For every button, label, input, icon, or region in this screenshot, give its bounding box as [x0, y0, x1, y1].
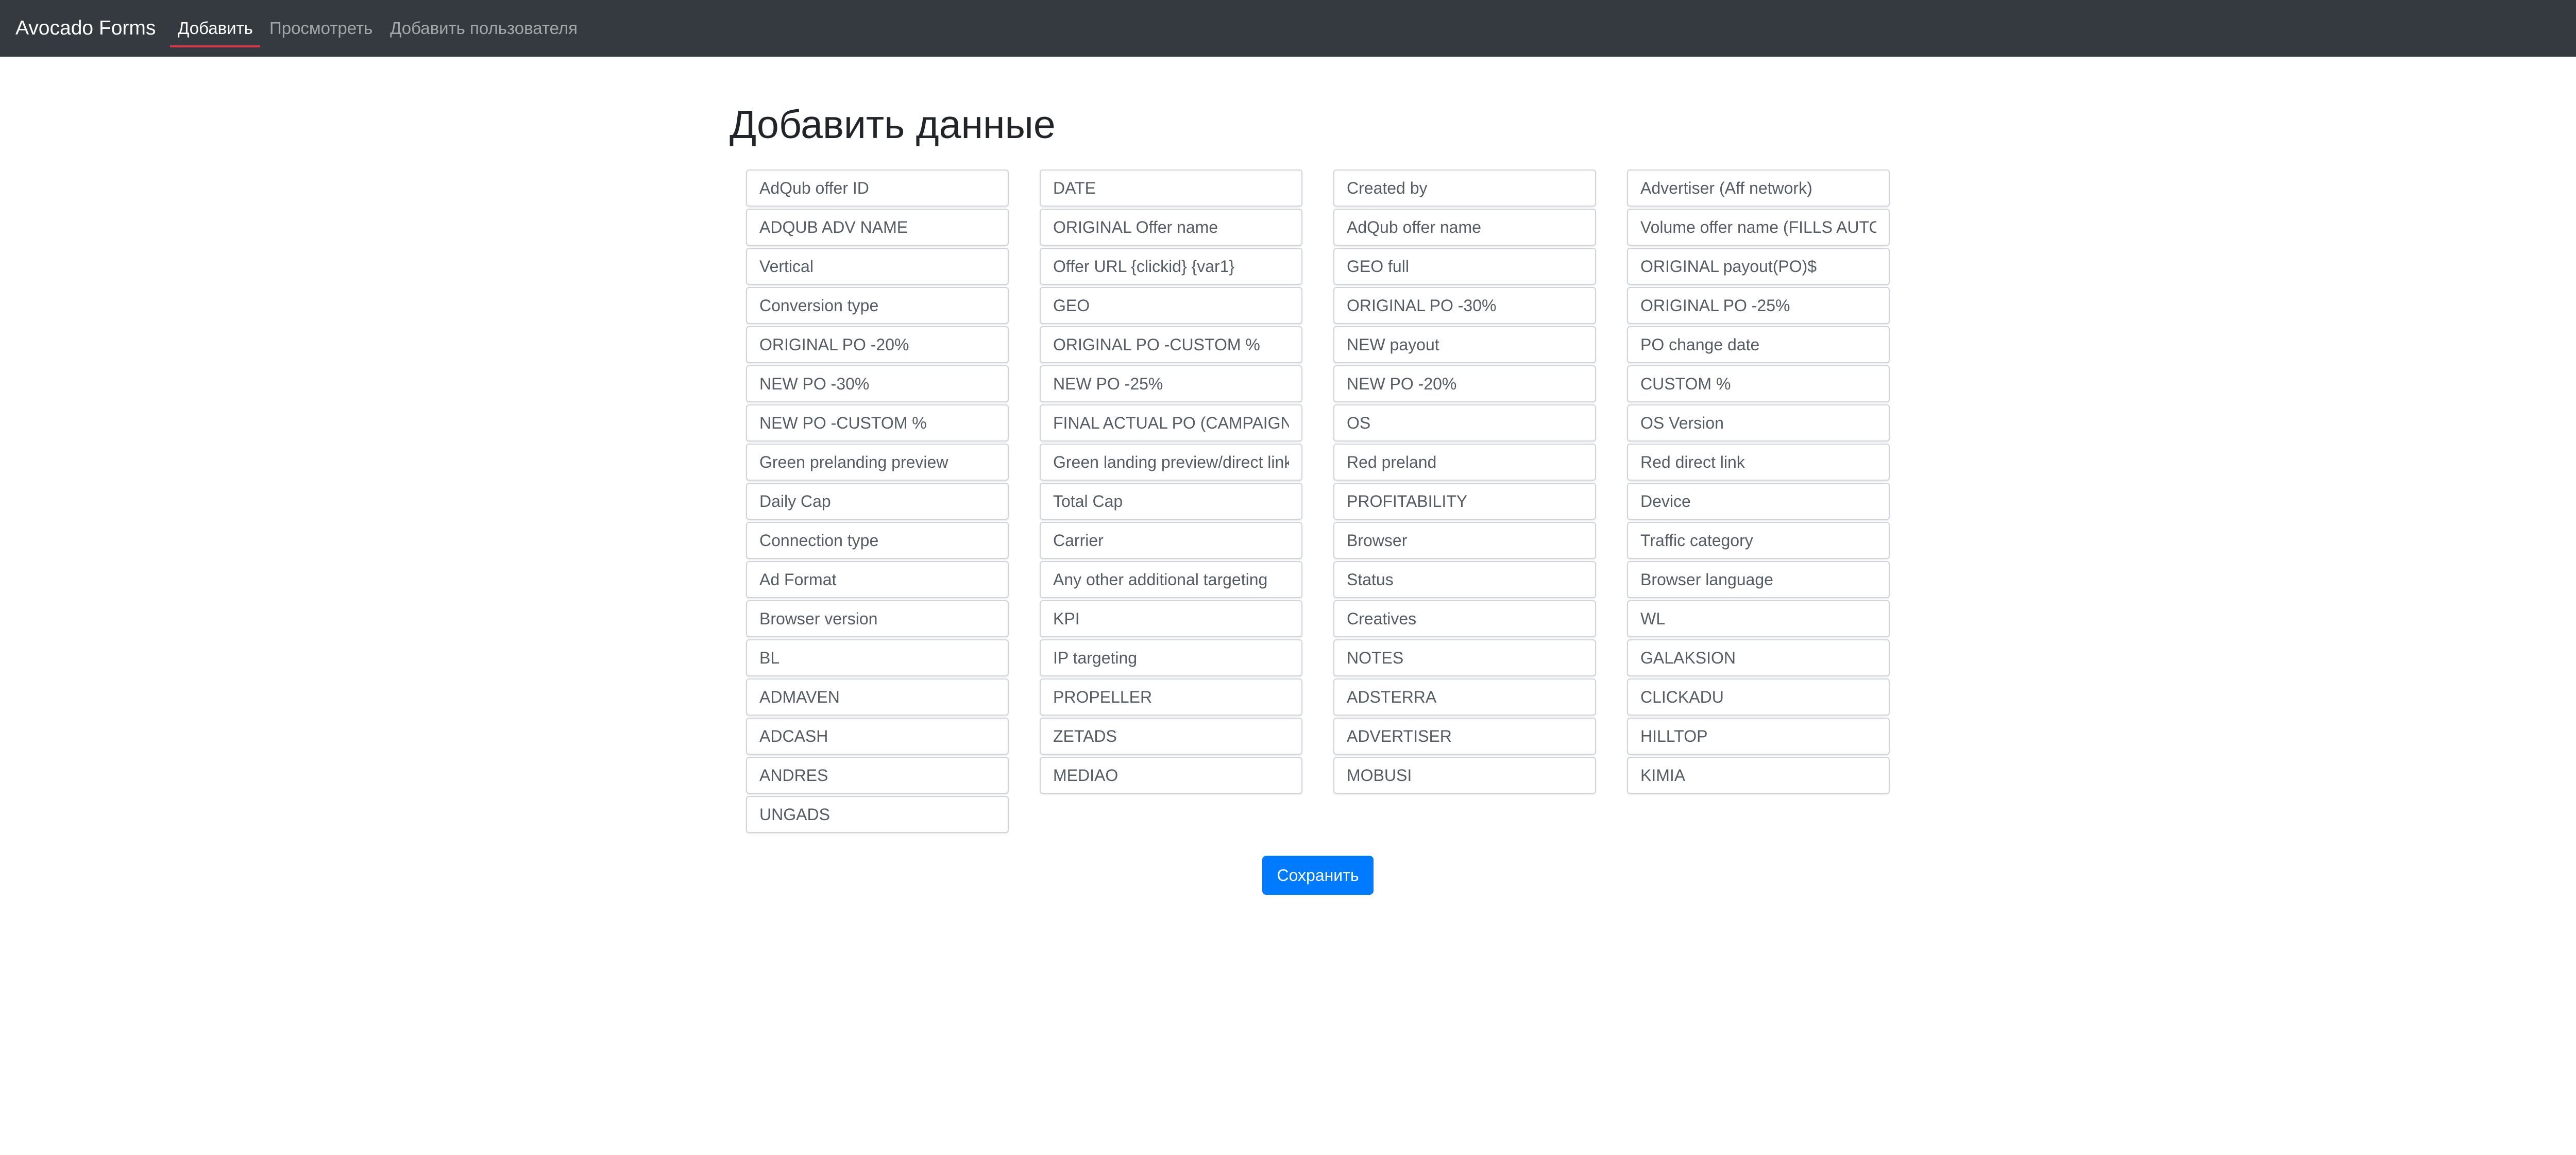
form-field-col1-row13[interactable]: [746, 639, 1009, 676]
form-field-col1-row10[interactable]: [746, 522, 1009, 559]
form-field-col1-row4[interactable]: [746, 287, 1009, 324]
form-field-col3-row5[interactable]: [1333, 326, 1596, 363]
form-field-col2-row8[interactable]: [1040, 444, 1302, 481]
form-field-col1-row5[interactable]: [746, 326, 1009, 363]
form-field-col3-row4[interactable]: [1333, 287, 1596, 324]
form-field-col2-row16[interactable]: [1040, 757, 1302, 794]
form-field-col2-row11[interactable]: [1040, 561, 1302, 598]
nav-link-add-user[interactable]: Добавить пользователя: [390, 17, 578, 40]
form-field-col2-row5[interactable]: [1040, 326, 1302, 363]
form-field-col3-row14[interactable]: [1333, 678, 1596, 716]
form-field-col4-row7[interactable]: [1627, 404, 1890, 441]
form-field-col1-row12[interactable]: [746, 600, 1009, 637]
form-field-col2-row9[interactable]: [1040, 483, 1302, 520]
form-field-col3-row7[interactable]: [1333, 404, 1596, 441]
form-field-col2-row2[interactable]: [1040, 209, 1302, 246]
form-field-col3-row2[interactable]: [1333, 209, 1596, 246]
form-field-col1-row1[interactable]: [746, 169, 1009, 207]
form-field-col4-row1[interactable]: [1627, 169, 1890, 207]
form-field-col2-row14[interactable]: [1040, 678, 1302, 716]
form-field-col1-row2[interactable]: [746, 209, 1009, 246]
form-field-col3-row10[interactable]: [1333, 522, 1596, 559]
form-field-col2-row7[interactable]: [1040, 404, 1302, 441]
form-field-col2-row13[interactable]: [1040, 639, 1302, 676]
form-field-col3-row16[interactable]: [1333, 757, 1596, 794]
form-field-col4-row8[interactable]: [1627, 444, 1890, 481]
form-field-col3-row3[interactable]: [1333, 248, 1596, 285]
form-field-col2-row10[interactable]: [1040, 522, 1302, 559]
form-field-col3-row8[interactable]: [1333, 444, 1596, 481]
form-field-col2-row12[interactable]: [1040, 600, 1302, 637]
form-field-col4-row12[interactable]: [1627, 600, 1890, 637]
save-button[interactable]: Сохранить: [1262, 856, 1374, 895]
top-navbar: Avocado Forms Добавить Просмотреть Добав…: [0, 0, 2576, 57]
form-field-col4-row3[interactable]: [1627, 248, 1890, 285]
form-field-col2-row1[interactable]: [1040, 169, 1302, 207]
form-field-col1-row6[interactable]: [746, 365, 1009, 402]
form-field-col4-row14[interactable]: [1627, 678, 1890, 716]
form-field-col4-row10[interactable]: [1627, 522, 1890, 559]
form-field-col1-row14[interactable]: [746, 678, 1009, 716]
form-field-col3-row12[interactable]: [1333, 600, 1596, 637]
form-field-col2-row15[interactable]: [1040, 718, 1302, 755]
page-title: Добавить данные: [730, 103, 1056, 147]
form-field-col4-row9[interactable]: [1627, 483, 1890, 520]
form-field-col4-row4[interactable]: [1627, 287, 1890, 324]
nav-link-view[interactable]: Просмотреть: [269, 17, 372, 40]
form-field-col4-row16[interactable]: [1627, 757, 1890, 794]
form-field-col3-row15[interactable]: [1333, 718, 1596, 755]
form-field-col4-row13[interactable]: [1627, 639, 1890, 676]
form-field-col1-row16[interactable]: [746, 757, 1009, 794]
form-field-col4-row15[interactable]: [1627, 718, 1890, 755]
form-field-col3-row1[interactable]: [1333, 169, 1596, 207]
form-field-col1-row7[interactable]: [746, 404, 1009, 441]
form-field-col3-row9[interactable]: [1333, 483, 1596, 520]
form-field-col3-row6[interactable]: [1333, 365, 1596, 402]
form-field-col1-row9[interactable]: [746, 483, 1009, 520]
form-field-col1-row15[interactable]: [746, 718, 1009, 755]
form-field-col1-row17[interactable]: [746, 796, 1009, 833]
form-field-col3-row13[interactable]: [1333, 639, 1596, 676]
form-field-col3-row11[interactable]: [1333, 561, 1596, 598]
nav-link-add[interactable]: Добавить: [178, 17, 253, 40]
form-field-col4-row5[interactable]: [1627, 326, 1890, 363]
form-field-col4-row2[interactable]: [1627, 209, 1890, 246]
form-field-col4-row6[interactable]: [1627, 365, 1890, 402]
brand-logo-text[interactable]: Avocado Forms: [15, 15, 156, 41]
form-field-col2-row6[interactable]: [1040, 365, 1302, 402]
nav-active-indicator: [170, 45, 260, 47]
form-field-col1-row11[interactable]: [746, 561, 1009, 598]
form-field-col2-row3[interactable]: [1040, 248, 1302, 285]
form-field-col4-row11[interactable]: [1627, 561, 1890, 598]
form-field-col1-row8[interactable]: [746, 444, 1009, 481]
form-field-col1-row3[interactable]: [746, 248, 1009, 285]
form-field-col2-row4[interactable]: [1040, 287, 1302, 324]
